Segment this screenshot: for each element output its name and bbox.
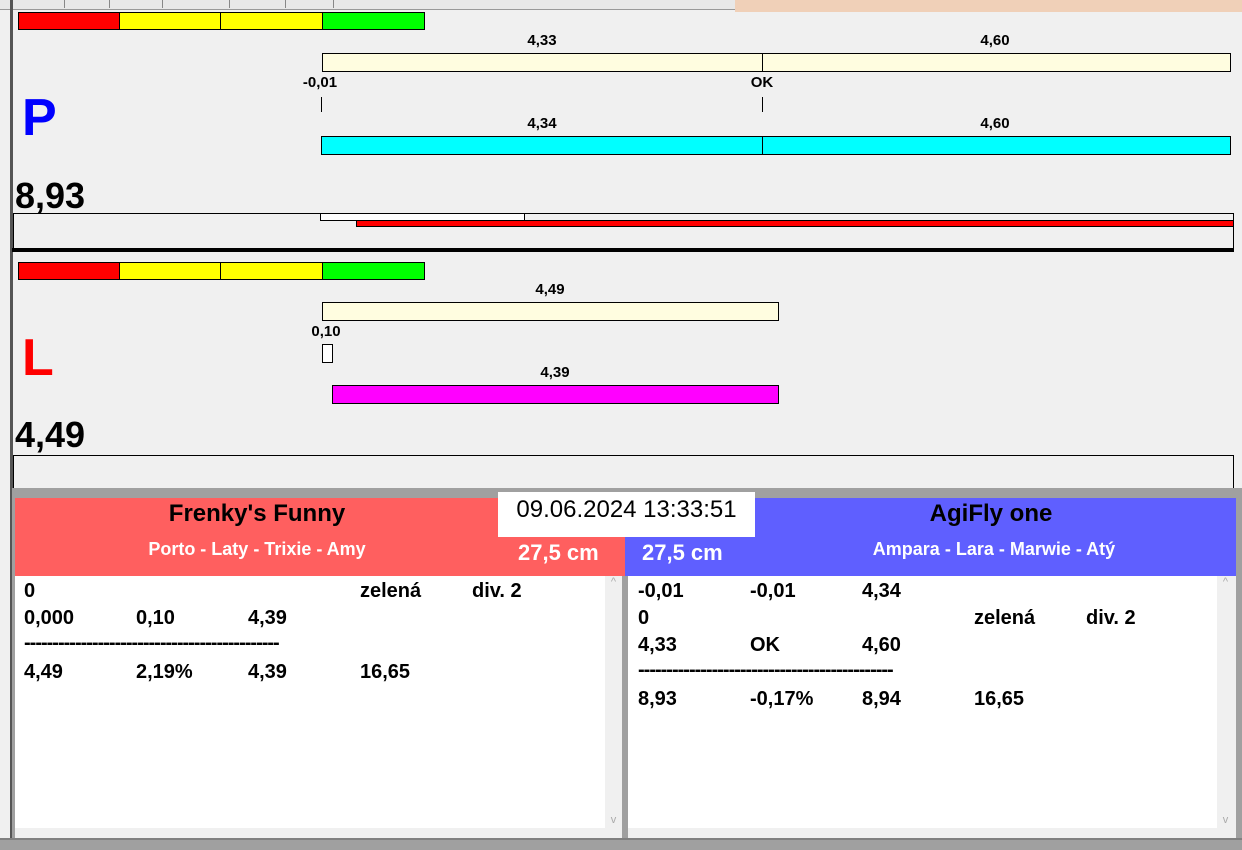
datetime: 09.06.2024 13:33:51 <box>498 492 755 537</box>
cell: 4,39 <box>248 607 287 629</box>
tab-strip[interactable] <box>0 0 735 10</box>
header-strip <box>735 0 1242 12</box>
small-mark-box <box>322 344 333 363</box>
scroll-down-icon[interactable]: v <box>605 814 622 826</box>
panel-divider <box>12 248 1234 252</box>
team-dogs: Porto - Laty - Trixie - Amy <box>148 539 366 559</box>
cell: 0,000 <box>24 607 75 629</box>
cell: 4,60 <box>862 634 901 656</box>
cell: 2,19% <box>136 661 193 683</box>
color-segment-yellow <box>119 262 221 280</box>
progress-red <box>356 220 1234 227</box>
cell: zelená <box>360 580 422 602</box>
cell: 0,10 <box>136 607 175 629</box>
cell: 0 <box>638 607 650 629</box>
time-bar-2 <box>332 385 779 404</box>
mark-left: -0,01 <box>302 74 338 91</box>
left-scrollbar[interactable]: ^ v <box>605 576 622 828</box>
mark-right: OK <box>750 74 774 91</box>
cell: -0,01 <box>638 580 684 602</box>
color-segment-red <box>18 262 120 280</box>
cell: 16,65 <box>360 661 411 683</box>
bar2-value: 4,39 <box>540 364 570 381</box>
cell: 4,33 <box>638 634 677 656</box>
cell: 4,39 <box>248 661 287 683</box>
cell: 8,93 <box>638 688 677 710</box>
left-results-list[interactable]: 0 zelená div. 2 0,000 0,10 4,39 --------… <box>15 576 605 828</box>
panel-total: 4,49 <box>15 414 86 455</box>
separator: ----------------------------------------… <box>638 659 894 681</box>
right-scrollbar[interactable]: ^ v <box>1217 576 1234 828</box>
cell: zelená <box>974 607 1036 629</box>
bar2-right-value: 4,60 <box>980 115 1010 132</box>
color-segment-green <box>322 262 425 280</box>
height-class: 27,5 cm <box>642 540 723 565</box>
tick-mark <box>762 97 763 112</box>
color-segment-yellow <box>220 12 323 30</box>
right-results-list[interactable]: -0,01 -0,01 4,34 0 zelená div. 2 4,33 OK… <box>628 576 1217 828</box>
cell: 0 <box>24 580 36 602</box>
color-segment-green <box>322 12 425 30</box>
mark-value: 0,10 <box>311 323 341 340</box>
panel-total: 8,93 <box>15 175 86 216</box>
color-segment-yellow <box>220 262 323 280</box>
scroll-up-icon[interactable]: ^ <box>605 576 622 588</box>
team-dogs: Ampara - Lara - Marwie - Atý <box>872 539 1116 559</box>
cell: 4,34 <box>862 580 901 602</box>
bar1-right-value: 4,60 <box>980 32 1010 49</box>
panel-letter-l: L <box>22 329 54 387</box>
cell: div. 2 <box>1086 607 1136 629</box>
cell: OK <box>750 634 780 656</box>
team-name: Frenky's Funny <box>168 500 346 527</box>
cell: 16,65 <box>974 688 1025 710</box>
time-bar-1 <box>322 53 1231 72</box>
separator: ----------------------------------------… <box>24 632 280 654</box>
cell: 8,94 <box>862 688 901 710</box>
scroll-down-icon[interactable]: v <box>1217 814 1234 826</box>
color-segment-yellow <box>119 12 221 30</box>
cell: -0,01 <box>750 580 796 602</box>
height-class: 27,5 cm <box>518 540 599 565</box>
color-segment-red <box>18 12 120 30</box>
scroll-up-icon[interactable]: ^ <box>1217 576 1234 588</box>
bar2-left-value: 4,34 <box>527 115 557 132</box>
time-bar-1 <box>322 302 779 321</box>
bar1-value: 4,49 <box>535 281 565 298</box>
time-bar-2 <box>321 136 1231 155</box>
team-name: AgiFly one <box>929 500 1053 527</box>
cell: 4,49 <box>24 661 63 683</box>
tick-mark <box>321 97 322 112</box>
panel-letter-p: P <box>22 89 57 147</box>
cell: div. 2 <box>472 580 522 602</box>
cell: -0,17% <box>750 688 814 710</box>
bar1-left-value: 4,33 <box>527 32 557 49</box>
